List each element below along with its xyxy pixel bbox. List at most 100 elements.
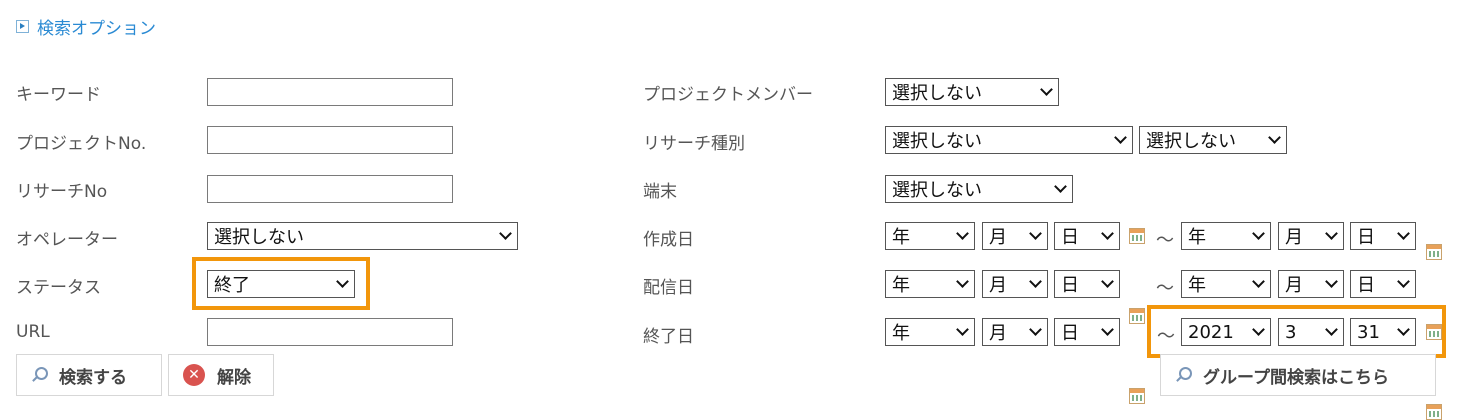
calendar-icon[interactable] (1426, 244, 1442, 260)
chevron-down-icon (1114, 134, 1126, 146)
chevron-down-icon (1054, 183, 1066, 195)
clear-button[interactable]: ✕ 解除 (168, 354, 274, 396)
chevron-down-icon (956, 278, 968, 290)
chevron-down-icon (1268, 134, 1280, 146)
group-search-button-label: グループ間検索はこちら (1203, 367, 1389, 388)
project-no-input[interactable] (207, 126, 453, 154)
chevron-down-icon (1397, 326, 1409, 338)
month-value: 月 (989, 275, 1007, 296)
month-value: 月 (989, 227, 1007, 248)
created-to-month-select[interactable]: 月 (1278, 222, 1344, 250)
research-type-select[interactable]: 選択しない (885, 126, 1133, 154)
group-search-button[interactable]: グループ間検索はこちら (1160, 354, 1436, 396)
end-to-month-value: 3 (1285, 321, 1297, 343)
research-subtype-value: 選択しない (1146, 131, 1236, 152)
month-value: 月 (1285, 227, 1303, 248)
operator-label: オペレーター (16, 230, 118, 250)
chevron-down-icon (1325, 278, 1337, 290)
member-select[interactable]: 選択しない (885, 78, 1059, 106)
device-value: 選択しない (892, 180, 982, 201)
search-options-toggle[interactable]: 検索オプション (16, 14, 156, 39)
clear-icon: ✕ (183, 364, 205, 386)
year-value: 年 (1188, 275, 1206, 296)
expand-icon (16, 20, 29, 33)
status-label: ステータス (16, 278, 101, 298)
research-type-label: リサーチ種別 (643, 134, 745, 154)
end-date-label: 終了日 (643, 327, 694, 347)
created-to-day-select[interactable]: 日 (1350, 222, 1416, 250)
year-value: 年 (1188, 227, 1206, 248)
delivery-label: 配信日 (643, 278, 694, 298)
chevron-down-icon (956, 230, 968, 242)
research-no-input[interactable] (207, 175, 453, 203)
chevron-down-icon (1252, 326, 1264, 338)
chevron-down-icon (1325, 230, 1337, 242)
day-value: 日 (1061, 275, 1079, 296)
chevron-down-icon (1325, 326, 1337, 338)
created-from-month-select[interactable]: 月 (982, 222, 1048, 250)
chevron-down-icon (956, 326, 968, 338)
end-to-year-value: 2021 (1188, 321, 1234, 343)
search-button[interactable]: 検索する (16, 354, 162, 396)
created-from-year-select[interactable]: 年 (885, 222, 975, 250)
end-from-year-select[interactable]: 年 (885, 318, 975, 346)
chevron-down-icon (1101, 278, 1113, 290)
status-value: 終了 (214, 275, 250, 296)
chevron-down-icon (499, 230, 511, 242)
year-value: 年 (892, 323, 910, 344)
end-to-year-select[interactable]: 2021 (1181, 318, 1271, 346)
research-no-label: リサーチNo (16, 182, 108, 202)
chevron-down-icon (1252, 278, 1264, 290)
day-value: 日 (1061, 323, 1079, 344)
search-button-label: 検索する (59, 367, 127, 388)
delivery-to-year-select[interactable]: 年 (1181, 270, 1271, 298)
calendar-icon[interactable] (1129, 308, 1145, 324)
chevron-down-icon (1040, 86, 1052, 98)
device-label: 端末 (643, 182, 677, 202)
calendar-icon[interactable] (1129, 228, 1145, 244)
operator-value: 選択しない (214, 227, 304, 248)
created-to-year-select[interactable]: 年 (1181, 222, 1271, 250)
chevron-down-icon (1397, 278, 1409, 290)
created-from-day-select[interactable]: 日 (1054, 222, 1120, 250)
chevron-down-icon (1101, 230, 1113, 242)
delivery-from-month-select[interactable]: 月 (982, 270, 1048, 298)
delivery-to-day-select[interactable]: 日 (1350, 270, 1416, 298)
end-to-day-select[interactable]: 31 (1350, 318, 1416, 346)
created-label: 作成日 (643, 230, 694, 250)
search-options-label: 検索オプション (37, 19, 156, 39)
chevron-down-icon (336, 278, 348, 290)
chevron-down-icon (1252, 230, 1264, 242)
operator-select[interactable]: 選択しない (207, 222, 518, 250)
calendar-icon[interactable] (1426, 404, 1442, 420)
chevron-down-icon (1029, 278, 1041, 290)
status-select[interactable]: 終了 (207, 270, 355, 298)
range-separator: ～ (1157, 326, 1175, 347)
end-to-month-select[interactable]: 3 (1278, 318, 1344, 346)
clear-button-label: 解除 (217, 367, 251, 388)
delivery-to-month-select[interactable]: 月 (1278, 270, 1344, 298)
project-no-label: プロジェクトNo. (16, 134, 147, 154)
url-label: URL (16, 322, 50, 342)
end-from-month-select[interactable]: 月 (982, 318, 1048, 346)
month-value: 月 (989, 323, 1007, 344)
research-subtype-select[interactable]: 選択しない (1139, 126, 1287, 154)
search-icon (1175, 367, 1192, 383)
keyword-label: キーワード (16, 85, 101, 105)
delivery-from-day-select[interactable]: 日 (1054, 270, 1120, 298)
end-from-day-select[interactable]: 日 (1054, 318, 1120, 346)
chevron-down-icon (1029, 230, 1041, 242)
calendar-icon[interactable] (1129, 388, 1145, 404)
device-select[interactable]: 選択しない (885, 175, 1073, 203)
search-icon (31, 367, 48, 383)
member-label: プロジェクトメンバー (643, 85, 813, 105)
keyword-input[interactable] (207, 78, 453, 106)
end-to-day-value: 31 (1357, 321, 1380, 343)
range-separator: ～ (1156, 230, 1174, 251)
day-value: 日 (1061, 227, 1079, 248)
research-type-value: 選択しない (892, 131, 982, 152)
delivery-from-year-select[interactable]: 年 (885, 270, 975, 298)
url-input[interactable] (207, 318, 453, 346)
month-value: 月 (1285, 275, 1303, 296)
chevron-down-icon (1397, 230, 1409, 242)
